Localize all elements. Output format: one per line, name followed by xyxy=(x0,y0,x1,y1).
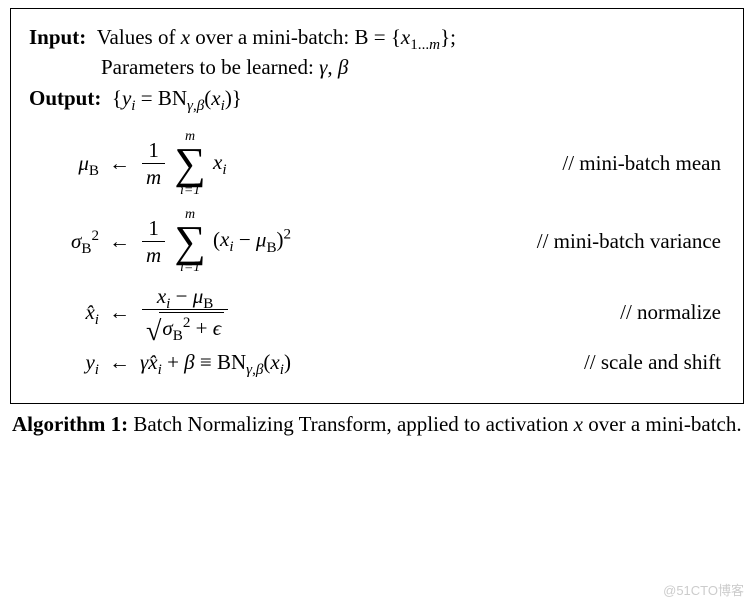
output-text: {yi = BNγ,β(xi)} xyxy=(112,86,242,110)
eq-scale-shift: yi ← γx̂i + β ≡ BNγ,β(xi) // scale and s… xyxy=(29,350,725,375)
eq-normalize: x̂i ← xi − μB√σB2 + ϵ // normalize xyxy=(29,285,725,340)
caption-text: Batch Normalizing Transform, applied to … xyxy=(133,412,741,436)
algorithm-box: Input: Values of x over a mini-batch: B … xyxy=(10,8,744,404)
watermark: @51CTO博客 xyxy=(663,580,744,599)
eq-var: σB2 xyxy=(57,229,99,254)
input-line-2: Parameters to be learned: γ, β xyxy=(29,53,725,81)
eq-rhs: γx̂i + β ≡ BNγ,β(xi) xyxy=(140,350,291,375)
eq-var: μB xyxy=(57,151,99,176)
eq-rhs: xi − μB√σB2 + ϵ xyxy=(140,285,230,340)
input-text-1: Values of x over a mini-batch: B = {x1..… xyxy=(97,25,456,49)
assign-arrow: ← xyxy=(99,300,140,325)
eq-rhs: 1m m∑i=1 (xi − μB)2 xyxy=(140,208,291,276)
eq-comment: // scale and shift xyxy=(584,350,725,375)
eq-var: yi xyxy=(57,350,99,375)
eq-mean: μB ← 1m m∑i=1 xi // mini-batch mean xyxy=(29,130,725,198)
eq-comment: // mini-batch variance xyxy=(537,229,725,254)
eq-comment: // normalize xyxy=(620,300,725,325)
assign-arrow: ← xyxy=(99,229,140,254)
algorithm-caption: Algorithm 1: Batch Normalizing Transform… xyxy=(12,410,742,438)
caption-label: Algorithm 1: xyxy=(12,412,128,436)
assign-arrow: ← xyxy=(99,350,140,375)
input-line-1: Input: Values of x over a mini-batch: B … xyxy=(29,23,725,51)
output-line: Output: {yi = BNγ,β(xi)} xyxy=(29,84,725,112)
eq-comment: // mini-batch mean xyxy=(562,151,725,176)
input-text-2: Parameters to be learned: γ, β xyxy=(101,55,348,79)
output-label: Output: xyxy=(29,86,101,110)
eq-var: x̂i xyxy=(57,300,99,325)
equations: μB ← 1m m∑i=1 xi // mini-batch mean σB2 … xyxy=(29,130,725,375)
input-label: Input: xyxy=(29,25,86,49)
eq-rhs: 1m m∑i=1 xi xyxy=(140,130,227,198)
assign-arrow: ← xyxy=(99,151,140,176)
eq-variance: σB2 ← 1m m∑i=1 (xi − μB)2 // mini-batch … xyxy=(29,208,725,276)
